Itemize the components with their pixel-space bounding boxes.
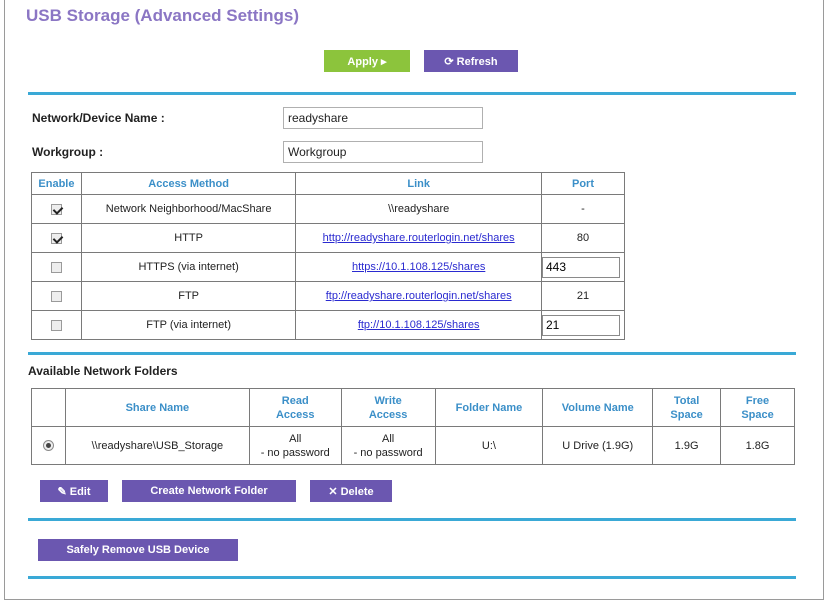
network-folders-table: Share Name Read Access Write Access Folder… xyxy=(31,388,795,465)
access-method-cell: HTTP xyxy=(80,223,297,253)
port-cell: - xyxy=(541,194,625,224)
link-cell: ftp://10.1.108.125/shares xyxy=(295,310,542,340)
port-cell xyxy=(541,310,625,340)
col-header-select xyxy=(31,388,66,427)
table-row: Network Neighborhood/MacShare \\readyshar… xyxy=(31,194,625,224)
share-link[interactable]: http://readyshare.routerlogin.net/shares xyxy=(323,232,515,244)
col-header-free-space: Free Space xyxy=(720,388,795,427)
divider xyxy=(28,576,796,579)
port-cell xyxy=(541,252,625,282)
table-row: FTP ftp://readyshare.routerlogin.net/shar… xyxy=(31,281,625,311)
port-cell: 80 xyxy=(541,223,625,253)
folder-name-cell: U:\ xyxy=(434,426,544,465)
access-methods-table: Enable Access Method Link Port Network N… xyxy=(31,172,625,340)
table-header-row: Share Name Read Access Write Access Folder… xyxy=(31,388,795,427)
port-input[interactable] xyxy=(542,256,620,278)
divider xyxy=(28,92,796,95)
col-header-read-access: Read Access xyxy=(248,388,342,427)
share-path: \\readyshare xyxy=(388,203,450,215)
edit-button[interactable]: ✎ Edit xyxy=(40,480,108,502)
divider xyxy=(28,352,796,355)
table-row: HTTPS (via internet) https://10.1.108.125… xyxy=(31,252,625,282)
table-row: FTP (via internet) ftp://10.1.108.125/sha… xyxy=(31,310,625,340)
port-input[interactable] xyxy=(542,314,620,336)
device-name-input[interactable] xyxy=(283,107,483,129)
apply-button[interactable]: Apply ▸ xyxy=(324,50,410,72)
col-header-volume-name: Volume Name xyxy=(542,388,654,427)
total-space-cell: 1.9G xyxy=(652,426,722,465)
table-header-row: Enable Access Method Link Port xyxy=(31,172,625,195)
workgroup-label: Workgroup : xyxy=(32,145,104,159)
col-header-enable: Enable xyxy=(31,172,82,195)
link-cell: https://10.1.108.125/shares xyxy=(295,252,542,282)
enable-checkbox[interactable] xyxy=(50,232,62,244)
folder-actions: ✎ Edit Create Network Folder ✕ Delete xyxy=(40,480,392,502)
table-row: HTTP http://readyshare.routerlogin.net/sh… xyxy=(31,223,625,253)
access-method-cell: HTTPS (via internet) xyxy=(80,252,297,282)
workgroup-input[interactable] xyxy=(283,141,483,163)
top-toolbar: Apply ▸ ⟳ Refresh xyxy=(324,50,518,72)
link-cell: http://readyshare.routerlogin.net/shares xyxy=(295,223,542,253)
access-method-cell: Network Neighborhood/MacShare xyxy=(80,194,297,224)
col-header-port: Port xyxy=(541,172,625,195)
safely-remove-usb-button[interactable]: Safely Remove USB Device xyxy=(38,539,238,561)
create-network-folder-button[interactable]: Create Network Folder xyxy=(122,480,296,502)
page-title: USB Storage (Advanced Settings) xyxy=(26,6,299,25)
refresh-button[interactable]: ⟳ Refresh xyxy=(424,50,518,72)
delete-button[interactable]: ✕ Delete xyxy=(310,480,392,502)
share-link[interactable]: ftp://10.1.108.125/shares xyxy=(358,319,480,331)
share-name-cell: \\readyshare\USB_Storage xyxy=(64,426,250,465)
col-header-share-name: Share Name xyxy=(64,388,250,427)
col-header-write-access: Write Access xyxy=(340,388,436,427)
write-access-cell: All - no password xyxy=(340,426,436,465)
free-space-cell: 1.8G xyxy=(720,426,795,465)
select-cell xyxy=(31,426,66,465)
read-access-cell: All - no password xyxy=(248,426,342,465)
folder-radio[interactable] xyxy=(42,440,54,452)
enable-cell xyxy=(31,194,82,224)
enable-cell xyxy=(31,281,82,311)
enable-checkbox[interactable] xyxy=(50,261,62,273)
link-cell: ftp://readyshare.routerlogin.net/shares xyxy=(295,281,542,311)
enable-cell xyxy=(31,310,82,340)
col-header-folder-name: Folder Name xyxy=(434,388,544,427)
enable-checkbox[interactable] xyxy=(50,203,62,215)
share-link[interactable]: https://10.1.108.125/shares xyxy=(352,261,485,273)
col-header-access-method: Access Method xyxy=(80,172,297,195)
enable-checkbox[interactable] xyxy=(50,290,62,302)
divider xyxy=(28,518,796,521)
col-header-link: Link xyxy=(295,172,542,195)
enable-checkbox[interactable] xyxy=(50,319,62,331)
share-link[interactable]: ftp://readyshare.routerlogin.net/shares xyxy=(326,290,512,302)
section-title-network-folders: Available Network Folders xyxy=(28,364,178,378)
port-cell: 21 xyxy=(541,281,625,311)
device-name-label: Network/Device Name : xyxy=(32,111,165,125)
col-header-total-space: Total Space xyxy=(652,388,722,427)
access-method-cell: FTP xyxy=(80,281,297,311)
link-cell: \\readyshare xyxy=(295,194,542,224)
volume-name-cell: U Drive (1.9G) xyxy=(542,426,654,465)
access-method-cell: FTP (via internet) xyxy=(80,310,297,340)
table-row: \\readyshare\USB_Storage All - no password… xyxy=(31,426,795,465)
enable-cell xyxy=(31,223,82,253)
enable-cell xyxy=(31,252,82,282)
